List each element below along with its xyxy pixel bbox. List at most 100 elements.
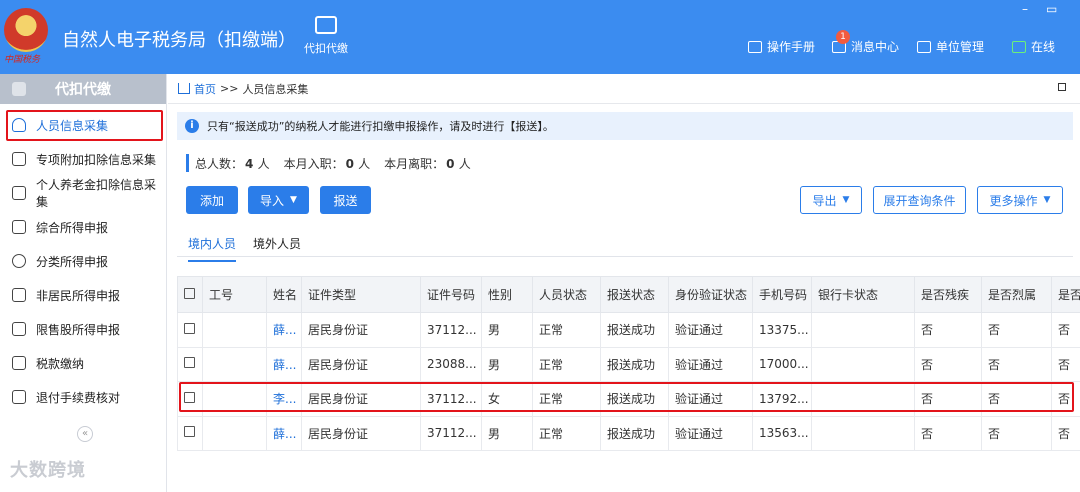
row-checkbox[interactable] [184, 426, 195, 438]
breadcrumb-home-link[interactable]: 首页 [194, 81, 216, 97]
manual-icon [748, 40, 762, 53]
column-header: 是否残疾 [914, 276, 982, 313]
online-status[interactable]: 在线 [1012, 38, 1055, 55]
cell-phone: 17000... [752, 346, 812, 382]
select-all-checkbox-cell[interactable] [177, 276, 203, 313]
add-button[interactable]: 添加 [186, 186, 238, 214]
cell-bank-status [811, 415, 915, 451]
cell-verify-status: 验证通过 [668, 312, 753, 348]
personnel-stats: 总人数： 4 人 本月入职： 0 人 本月离职： 0 人 [186, 154, 485, 172]
row-checkbox-cell[interactable] [177, 346, 203, 382]
sidebar-item-refund-fee-check[interactable]: 退付手续费核对 [0, 380, 166, 414]
home-icon [178, 83, 190, 94]
column-header: 银行卡状态 [811, 276, 915, 313]
import-button[interactable]: 导入 ▼ [248, 186, 309, 214]
table-row[interactable]: 薛... 居民身份证 37112... 男 正常 报送成功 验证通过 13563… [177, 415, 1080, 451]
sidebar-item-nonresident-income[interactable]: 非居民所得申报 [0, 278, 166, 312]
cell-id-type: 居民身份证 [301, 415, 421, 451]
cell-status: 正常 [532, 312, 601, 348]
cell-id-type: 居民身份证 [301, 346, 421, 382]
chevron-down-icon: ▼ [842, 195, 850, 205]
sidebar-item-restricted-shares[interactable]: 限售股所得申报 [0, 312, 166, 346]
cell-phone: 13375... [752, 312, 812, 348]
cell-name[interactable]: 薛... [266, 346, 302, 382]
info-icon: i [185, 119, 199, 133]
cell-phone: 13563... [752, 415, 812, 451]
total-count: 4 人 [245, 156, 270, 171]
column-header: 性别 [481, 276, 533, 313]
column-header: 报送状态 [600, 276, 669, 313]
total-label: 总人数： [195, 156, 244, 171]
row-checkbox-cell[interactable] [177, 415, 203, 451]
personnel-tabs: 境内人员 境外人员 [177, 229, 1073, 262]
table-row[interactable]: 薛... 居民身份证 37112... 男 正常 报送成功 验证通过 13375… [177, 312, 1080, 348]
breadcrumb-current: 人员信息采集 [242, 82, 309, 96]
row-checkbox[interactable] [184, 322, 195, 334]
maximize-button[interactable]: ▭ [1046, 2, 1057, 16]
breadcrumb-separator: >> [220, 82, 239, 95]
sidebar-item-label: 非居民所得申报 [36, 288, 121, 303]
column-header: 手机号码 [752, 276, 812, 313]
sidebar-header: 代扣代缴 [0, 74, 166, 104]
sidebar-item-special-deduction[interactable]: 专项附加扣除信息采集 [0, 142, 166, 176]
manual-button[interactable]: 操作手册 [748, 38, 815, 55]
tab-close-icon[interactable] [1058, 83, 1066, 91]
cell-status: 正常 [532, 346, 601, 382]
sidebar-item-classified-income[interactable]: 分类所得申报 [0, 244, 166, 278]
export-button[interactable]: 导出 ▼ [800, 186, 862, 214]
cell-submit-status: 报送成功 [600, 415, 669, 451]
unit-management-button[interactable]: 单位管理 [917, 38, 984, 55]
table-row[interactable]: 薛... 居民身份证 23088... 男 正常 报送成功 验证通过 17000… [177, 346, 1080, 382]
bar-chart-icon [12, 322, 26, 336]
cell-bank-status [811, 346, 915, 382]
tab-overseas[interactable]: 境外人员 [253, 235, 301, 252]
column-header: 姓名 [266, 276, 302, 313]
expand-query-button[interactable]: 展开查询条件 [873, 186, 966, 214]
import-label: 导入 [260, 193, 285, 208]
withholding-icon [315, 16, 337, 34]
cell-gender: 男 [481, 312, 533, 348]
cell-submit-status: 报送成功 [600, 312, 669, 348]
cell-extra: 否 [1051, 346, 1080, 382]
left-count: 0 人 [446, 156, 471, 171]
online-label: 在线 [1031, 40, 1056, 54]
receipt-icon [12, 390, 26, 404]
online-check-icon [1012, 40, 1026, 53]
sidebar-item-pension-deduction[interactable]: 个人养老金扣除信息采集 [0, 176, 166, 210]
row-checkbox[interactable] [184, 357, 195, 369]
sidebar-item-label: 个人养老金扣除信息采集 [36, 178, 157, 209]
emblem-caption: 中国税务 [4, 55, 41, 65]
tab-domestic[interactable]: 境内人员 [188, 235, 237, 262]
breadcrumb: 首页 >> 人员信息采集 [168, 74, 1080, 104]
joined-count: 0 人 [345, 156, 371, 171]
select-all-checkbox[interactable] [184, 287, 195, 299]
cell-id-number: 23088... [420, 346, 482, 382]
cell-name[interactable]: 薛... [266, 415, 302, 451]
column-header: 身份验证状态 [668, 276, 753, 313]
cell-martyr: 否 [981, 415, 1052, 451]
sidebar-title: 代扣代缴 [55, 82, 111, 98]
more-actions-button[interactable]: 更多操作 ▼ [977, 186, 1063, 214]
minimize-button[interactable]: – [1022, 2, 1028, 16]
cell-disabled: 否 [914, 415, 982, 451]
cell-id [202, 312, 267, 348]
collapse-sidebar-button[interactable]: « [77, 426, 93, 442]
nav-withholding-button[interactable]: 代扣代缴 [296, 16, 356, 66]
sidebar-item-tax-payment[interactable]: 税款缴纳 [0, 346, 166, 380]
cell-verify-status: 验证通过 [668, 346, 753, 382]
cell-extra: 否 [1051, 415, 1080, 451]
cell-martyr: 否 [981, 346, 1052, 382]
column-header: 是否 [1051, 276, 1080, 313]
nav-withholding-label: 代扣代缴 [304, 42, 348, 55]
unit-management-label: 单位管理 [936, 40, 985, 54]
sidebar-item-comprehensive-income[interactable]: 综合所得申报 [0, 210, 166, 244]
chevron-down-icon: ▼ [1043, 195, 1051, 205]
cell-id [202, 415, 267, 451]
submit-button[interactable]: 报送 [320, 186, 371, 214]
message-center-label: 消息中心 [851, 40, 900, 54]
message-count-badge: 1 [836, 30, 850, 44]
cell-name[interactable]: 薛... [266, 312, 302, 348]
row-checkbox-cell[interactable] [177, 312, 203, 348]
shield-icon [12, 82, 26, 96]
table-header-row: 工号 姓名 证件类型 证件号码 性别 人员状态 报送状态 身份验证状态 手机号码… [177, 276, 1080, 313]
